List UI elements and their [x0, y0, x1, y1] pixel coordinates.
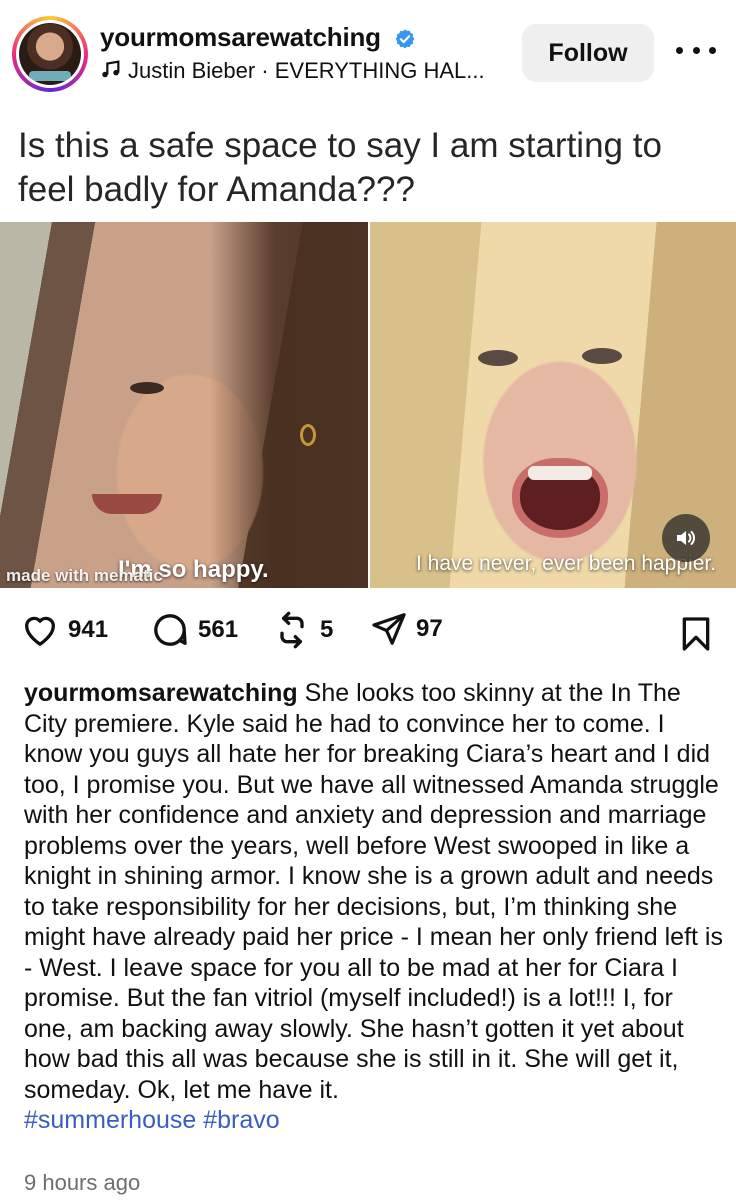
- comment-count: 561: [198, 616, 239, 643]
- verified-badge-icon: [395, 29, 415, 49]
- comment-button[interactable]: 561: [150, 610, 238, 650]
- hair-shape: [210, 222, 368, 588]
- audio-track-link[interactable]: Justin Bieber · EVERYTHING HAL...: [128, 58, 485, 84]
- post-media[interactable]: I'm so happy. made with mematic I have n…: [0, 222, 736, 588]
- speaker-glyph: [677, 531, 695, 545]
- eye-shape: [478, 350, 518, 366]
- teeth-shape: [528, 466, 592, 480]
- hashtag-links[interactable]: #summerhouse #bravo: [24, 1106, 280, 1134]
- follow-button[interactable]: Follow: [522, 24, 654, 82]
- repost-count: 5: [320, 616, 334, 643]
- mouth-shape: [92, 494, 162, 514]
- watermark: made with mematic: [6, 566, 163, 585]
- eye-shape: [130, 382, 164, 394]
- more-dot: [692, 46, 700, 54]
- share-button[interactable]: 97: [370, 610, 443, 648]
- comment-icon: [154, 614, 187, 646]
- avatar-border: [16, 20, 84, 88]
- caption-username-link[interactable]: yourmomsarewatching: [24, 679, 298, 707]
- sound-icon[interactable]: [662, 514, 710, 562]
- post-caption: yourmomsarewatching She looks too skinny…: [24, 678, 724, 1136]
- action-bar: 941 561 5 97: [0, 604, 736, 660]
- eye-shape: [582, 348, 622, 364]
- music-note-icon: [102, 60, 120, 78]
- share-count: 97: [416, 615, 443, 642]
- like-count: 941: [68, 616, 109, 643]
- post-timestamp: 9 hours ago: [24, 1170, 141, 1195]
- more-dot: [709, 46, 716, 54]
- repost-button[interactable]: 5: [272, 610, 333, 650]
- more-dot: [676, 46, 683, 54]
- heart-icon: [25, 616, 55, 646]
- caption-text: She looks too skinny at the In The City …: [24, 679, 723, 1104]
- post-headline: Is this a safe space to say I am startin…: [18, 126, 662, 209]
- more-icon[interactable]: [676, 40, 716, 60]
- bookmark-icon[interactable]: [676, 614, 716, 654]
- share-icon: [372, 613, 406, 645]
- avatar[interactable]: [12, 16, 88, 92]
- media-panel-left: [0, 222, 368, 588]
- earring-shape: [300, 424, 316, 446]
- username-link[interactable]: yourmomsarewatching: [100, 22, 381, 53]
- like-button[interactable]: 941: [20, 610, 108, 650]
- avatar-image: [19, 23, 81, 85]
- repost-icon: [280, 611, 304, 649]
- post-header: yourmomsarewatching Justin Bieber · EVER…: [0, 0, 736, 104]
